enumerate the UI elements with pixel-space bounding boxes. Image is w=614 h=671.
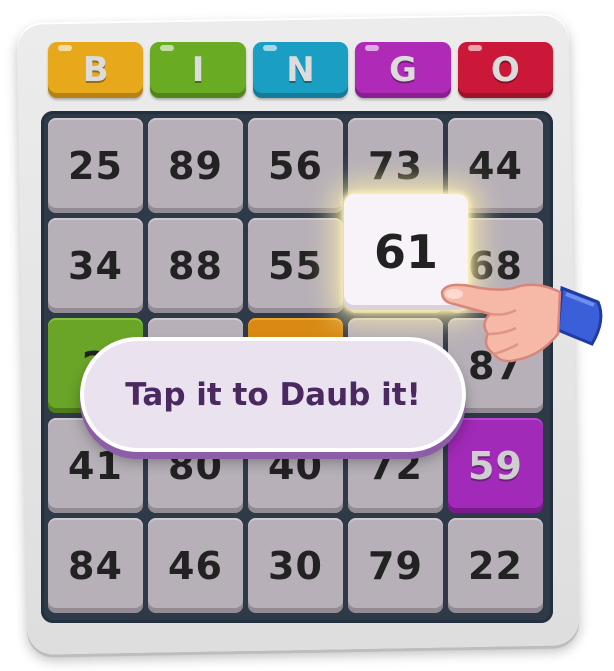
header-letter: O — [490, 50, 520, 90]
cell-number: 46 — [168, 543, 223, 588]
tile-notch — [365, 45, 380, 51]
bingo-cell[interactable]: 56 — [248, 118, 343, 213]
header-letter: B — [82, 50, 109, 90]
cell-number: 44 — [468, 143, 523, 188]
bingo-cell[interactable]: 34 — [48, 218, 143, 313]
cell-number: 59 — [468, 443, 523, 488]
bingo-cell[interactable]: 22 — [448, 518, 543, 613]
tile-notch — [58, 45, 72, 51]
cell-number: 84 — [68, 543, 123, 588]
header-letter-g: G — [355, 42, 451, 98]
bingo-cell[interactable]: 46 — [148, 518, 243, 613]
bingo-cell[interactable]: 79 — [348, 518, 443, 613]
header-letter-n: N — [252, 42, 349, 98]
bingo-stage: B I N G O 25 89 56 73 44 34 88 55 68 2 — [0, 0, 614, 671]
header-letter: N — [286, 50, 315, 90]
cell-number: 30 — [268, 543, 323, 588]
cell-number: 88 — [168, 243, 223, 288]
header-letter-i: I — [150, 42, 246, 98]
cell-number: 55 — [268, 243, 323, 288]
tile-notch — [160, 45, 175, 51]
highlighted-number: 61 — [373, 225, 438, 279]
cell-number: 22 — [468, 543, 523, 588]
bingo-cell[interactable]: 88 — [148, 218, 243, 313]
bingo-cell[interactable]: 55 — [248, 218, 343, 313]
bingo-cell-daubed[interactable]: 59 — [448, 418, 543, 513]
cell-number: 89 — [168, 143, 223, 188]
header-letter: I — [191, 50, 205, 90]
bingo-cell[interactable]: 30 — [248, 518, 343, 613]
tile-notch — [467, 45, 482, 51]
tooltip-text: Tap it to Daub it! — [125, 376, 421, 413]
cell-number: 25 — [68, 143, 123, 188]
bingo-cell[interactable]: 84 — [48, 518, 143, 613]
cell-number: 41 — [68, 443, 123, 488]
bingo-cell[interactable]: 25 — [48, 118, 143, 213]
bingo-cell[interactable]: 89 — [148, 118, 243, 213]
header-letter: G — [388, 50, 417, 90]
daub-hint-tooltip: Tap it to Daub it! — [80, 337, 466, 452]
header-letter-o: O — [457, 42, 554, 98]
bingo-header: B I N G O — [48, 42, 554, 102]
cell-number: 73 — [368, 143, 423, 188]
header-letter-b: B — [48, 42, 144, 98]
cell-number: 79 — [368, 543, 423, 588]
cell-number: 34 — [68, 243, 123, 288]
tile-notch — [262, 45, 277, 51]
cell-number: 56 — [268, 143, 323, 188]
